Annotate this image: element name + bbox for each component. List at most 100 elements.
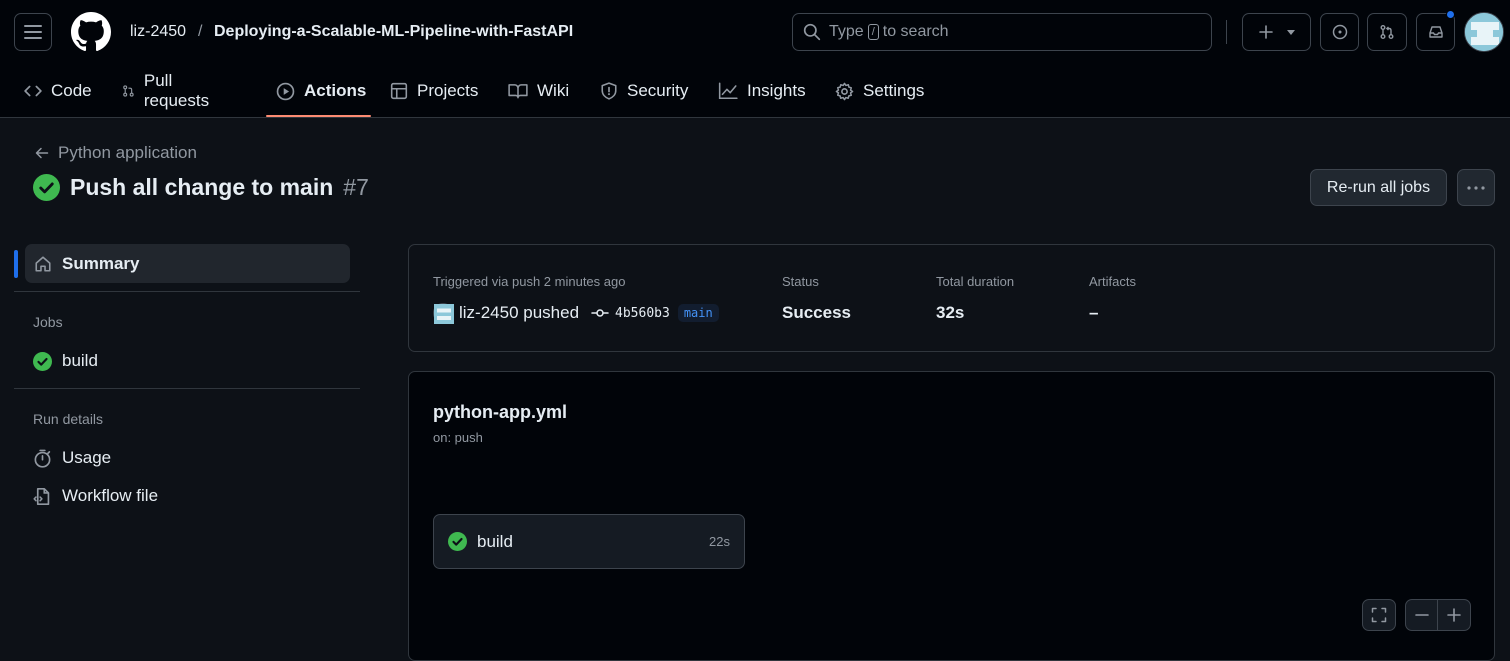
plus-icon bbox=[1447, 608, 1461, 622]
sidebar-item-build[interactable]: build bbox=[33, 351, 98, 371]
menu-button[interactable] bbox=[14, 13, 52, 51]
triangle-down-icon bbox=[1286, 30, 1295, 35]
active-item-indicator bbox=[14, 250, 18, 278]
tab-pull-requests[interactable]: Pull requests bbox=[122, 64, 214, 118]
jobs-heading: Jobs bbox=[33, 314, 63, 330]
sidebar-item-usage[interactable]: Usage bbox=[33, 448, 111, 468]
issues-button[interactable] bbox=[1320, 13, 1359, 51]
github-logo-icon[interactable] bbox=[71, 12, 111, 52]
back-to-workflow-link[interactable]: Python application bbox=[34, 143, 197, 163]
shield-icon bbox=[601, 82, 617, 100]
workflow-trigger: on: push bbox=[433, 430, 483, 445]
branch-label[interactable]: main bbox=[677, 304, 719, 322]
check-circle-fill-icon bbox=[448, 532, 467, 551]
commit-link[interactable]: 4b560b3 bbox=[591, 306, 670, 321]
tab-actions[interactable]: Actions bbox=[276, 64, 366, 118]
notification-dot bbox=[1446, 10, 1455, 19]
kebab-horizontal-icon bbox=[1467, 185, 1485, 190]
tab-label: Insights bbox=[747, 81, 806, 100]
tab-label: Settings bbox=[863, 81, 925, 100]
tab-code[interactable]: Code bbox=[24, 64, 92, 118]
tab-label: Pull requests bbox=[143, 71, 210, 110]
more-options-button[interactable] bbox=[1457, 169, 1495, 206]
zoom-out-button[interactable] bbox=[1405, 599, 1438, 631]
sidebar-item-label: Summary bbox=[62, 253, 140, 273]
search-suffix: to search bbox=[882, 23, 949, 40]
play-icon bbox=[276, 82, 295, 100]
sidebar-item-label: Workflow file bbox=[62, 486, 159, 505]
pusher-text[interactable]: liz-2450 pushed bbox=[459, 303, 579, 323]
artifacts-label: Artifacts bbox=[1089, 274, 1136, 289]
run-summary-card: Triggered via push 2 minutes ago liz-245… bbox=[408, 244, 1495, 352]
zoom-in-button[interactable] bbox=[1437, 599, 1471, 631]
commit-sha: 4b560b3 bbox=[615, 305, 670, 321]
duration-value: 32s bbox=[936, 303, 965, 322]
header-divider bbox=[1226, 20, 1227, 44]
breadcrumb-repo[interactable]: Deploying-a-Scalable-ML-Pipeline-with-Fa… bbox=[214, 22, 573, 42]
back-link-label: Python application bbox=[58, 143, 197, 162]
tab-insights[interactable]: Insights bbox=[718, 64, 806, 118]
tab-label: Wiki bbox=[537, 81, 570, 100]
check-circle-fill-icon bbox=[33, 174, 60, 201]
check-circle-fill-icon bbox=[33, 351, 52, 371]
job-node-build[interactable]: build 22s bbox=[433, 514, 745, 569]
sidebar-divider bbox=[14, 388, 360, 389]
sidebar-item-label: build bbox=[62, 351, 98, 370]
sidebar-item-label: Usage bbox=[62, 448, 112, 467]
search-shortcut-key: / bbox=[867, 24, 879, 40]
triggered-text: Triggered via push 2 minutes ago bbox=[433, 274, 626, 289]
hamburger-icon bbox=[24, 25, 42, 39]
tab-label: Security bbox=[627, 81, 689, 100]
search-prefix: Type bbox=[829, 23, 864, 40]
tab-settings[interactable]: Settings bbox=[835, 64, 924, 118]
stopwatch-icon bbox=[34, 449, 51, 468]
top-header: liz-2450 / Deploying-a-Scalable-ML-Pipel… bbox=[0, 0, 1510, 118]
job-name: build bbox=[477, 531, 513, 551]
sidebar-item-summary[interactable]: Summary bbox=[25, 244, 350, 283]
run-title-text: Push all change to main bbox=[70, 174, 334, 200]
pusher-avatar[interactable] bbox=[433, 303, 454, 324]
dash-icon bbox=[1414, 614, 1429, 616]
create-new-button[interactable] bbox=[1242, 13, 1311, 51]
inbox-icon bbox=[1428, 26, 1443, 38]
pull-requests-button[interactable] bbox=[1367, 13, 1407, 51]
issue-opened-icon bbox=[1332, 24, 1347, 40]
breadcrumb-owner[interactable]: liz-2450 bbox=[130, 22, 186, 42]
run-number: #7 bbox=[343, 174, 369, 200]
gear-icon bbox=[835, 82, 854, 100]
plus-icon bbox=[1258, 25, 1273, 39]
active-tab-indicator bbox=[266, 115, 371, 117]
status-label: Status bbox=[782, 274, 819, 289]
breadcrumb-separator: / bbox=[198, 23, 203, 40]
fullscreen-button[interactable] bbox=[1362, 599, 1396, 631]
status-value: Success bbox=[782, 303, 851, 322]
sidebar-divider bbox=[14, 291, 360, 292]
code-icon bbox=[24, 85, 42, 97]
push-info: liz-2450 pushed 4b560b3 main bbox=[433, 303, 719, 324]
workflow-graph: python-app.yml on: push build 22s bbox=[408, 371, 1495, 661]
tab-security[interactable]: Security bbox=[600, 64, 688, 118]
tab-projects[interactable]: Projects bbox=[390, 64, 478, 118]
tab-label: Actions bbox=[304, 81, 367, 100]
run-details-heading: Run details bbox=[33, 411, 104, 427]
tab-wiki[interactable]: Wiki bbox=[508, 64, 569, 118]
tab-label: Projects bbox=[417, 81, 479, 100]
screen-full-icon bbox=[1371, 607, 1387, 623]
duration-label: Total duration bbox=[936, 274, 1015, 289]
search-icon bbox=[803, 23, 821, 41]
workflow-file-name: python-app.yml bbox=[433, 402, 567, 422]
graph-icon bbox=[718, 82, 738, 99]
git-commit-icon bbox=[591, 309, 609, 317]
rerun-all-jobs-button[interactable]: Re-run all jobs bbox=[1310, 169, 1447, 206]
artifacts-value: – bbox=[1089, 303, 1099, 322]
page-title: Push all change to main #7 bbox=[33, 174, 369, 201]
table-icon bbox=[390, 82, 408, 100]
git-pull-request-icon bbox=[123, 85, 134, 97]
user-avatar[interactable] bbox=[1464, 12, 1504, 52]
home-icon bbox=[35, 255, 51, 272]
tab-label: Code bbox=[51, 81, 92, 100]
book-icon bbox=[508, 84, 528, 99]
git-pull-request-icon bbox=[1380, 25, 1394, 39]
sidebar-item-workflow-file[interactable]: Workflow file bbox=[33, 486, 158, 506]
search-input[interactable]: Type / to search bbox=[792, 13, 1212, 51]
